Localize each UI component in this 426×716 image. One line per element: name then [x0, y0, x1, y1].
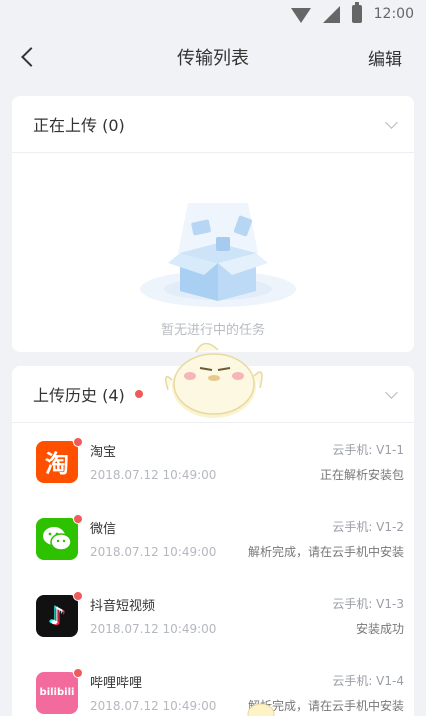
list-item[interactable]: bilibili 哔哩哔哩 2018.07.12 10:49:00 云手机: V…: [12, 654, 414, 716]
status-bar: 12:00: [0, 0, 426, 28]
uploading-title: 正在上传 (0): [33, 116, 125, 135]
new-dot: [73, 667, 83, 678]
mascot-sticker: [165, 342, 263, 418]
app-name: 淘宝: [90, 445, 117, 460]
bilibili-glyph: bilibili: [39, 687, 75, 698]
battery-icon: [351, 2, 362, 23]
device-label: 云手机: V1-2: [332, 519, 404, 534]
chevron-down-icon[interactable]: [385, 115, 398, 129]
page-title: 传输列表: [177, 48, 249, 69]
uploading-header[interactable]: 正在上传 (0): [12, 96, 414, 153]
device-label: 云手机: V1-1: [332, 442, 404, 457]
device-label: 云手机: V1-4: [332, 673, 404, 688]
chevron-down-icon[interactable]: [385, 385, 398, 399]
wechat-bubbles-icon: [43, 526, 72, 551]
signal-icon: [322, 5, 340, 23]
app-name: 微信: [90, 522, 117, 537]
history-badge-dot: [134, 390, 143, 398]
tiktok-icon: ♪: [36, 590, 83, 637]
history-list: 淘 淘宝 2018.07.12 10:49:00 云手机: V1-1 正在解析安…: [12, 423, 414, 716]
list-item[interactable]: 淘 淘宝 2018.07.12 10:49:00 云手机: V1-1 正在解析安…: [12, 423, 414, 500]
upload-time: 2018.07.12 10:49:00: [90, 468, 217, 482]
bilibili-icon: bilibili: [36, 667, 83, 714]
upload-time: 2018.07.12 10:49:00: [90, 622, 217, 636]
app-name: 抖音短视频: [90, 599, 156, 614]
mascot-peek-sticker: [247, 703, 275, 716]
taobao-icon: 淘: [36, 436, 83, 483]
empty-state: 暂无进行中的任务: [12, 153, 414, 351]
edit-button[interactable]: 编辑: [368, 45, 402, 70]
status-text: 安装成功: [355, 621, 404, 636]
list-item[interactable]: 微信 2018.07.12 10:49:00 云手机: V1-2 解析完成，请在…: [12, 500, 414, 577]
navbar: 传输列表 编辑: [0, 28, 426, 86]
uploading-card: 正在上传 (0) 暂无进行中的任务: [12, 96, 414, 352]
new-dot: [73, 513, 83, 524]
device-label: 云手机: V1-3: [332, 596, 404, 611]
back-icon[interactable]: [21, 47, 41, 67]
list-item[interactable]: ♪ 抖音短视频 2018.07.12 10:49:00 云手机: V1-3 安装…: [12, 577, 414, 654]
tiktok-glyph: ♪: [49, 601, 65, 630]
status-text: 正在解析安装包: [319, 467, 404, 482]
status-text: 解析完成，请在云手机中安装: [247, 544, 404, 559]
new-dot: [73, 436, 83, 447]
history-title-wrap: 上传历史 (4): [33, 382, 143, 406]
status-time: 12:00: [373, 6, 414, 22]
wechat-icon: [36, 513, 83, 560]
empty-box-illustration: [140, 203, 296, 307]
history-title: 上传历史 (4): [33, 386, 125, 405]
new-dot: [73, 590, 83, 601]
taobao-glyph: 淘: [45, 450, 69, 478]
wifi-icon: [290, 7, 311, 23]
upload-time: 2018.07.12 10:49:00: [90, 545, 217, 559]
upload-time: 2018.07.12 10:49:00: [90, 699, 217, 713]
app-name: 哔哩哔哩: [90, 676, 143, 691]
